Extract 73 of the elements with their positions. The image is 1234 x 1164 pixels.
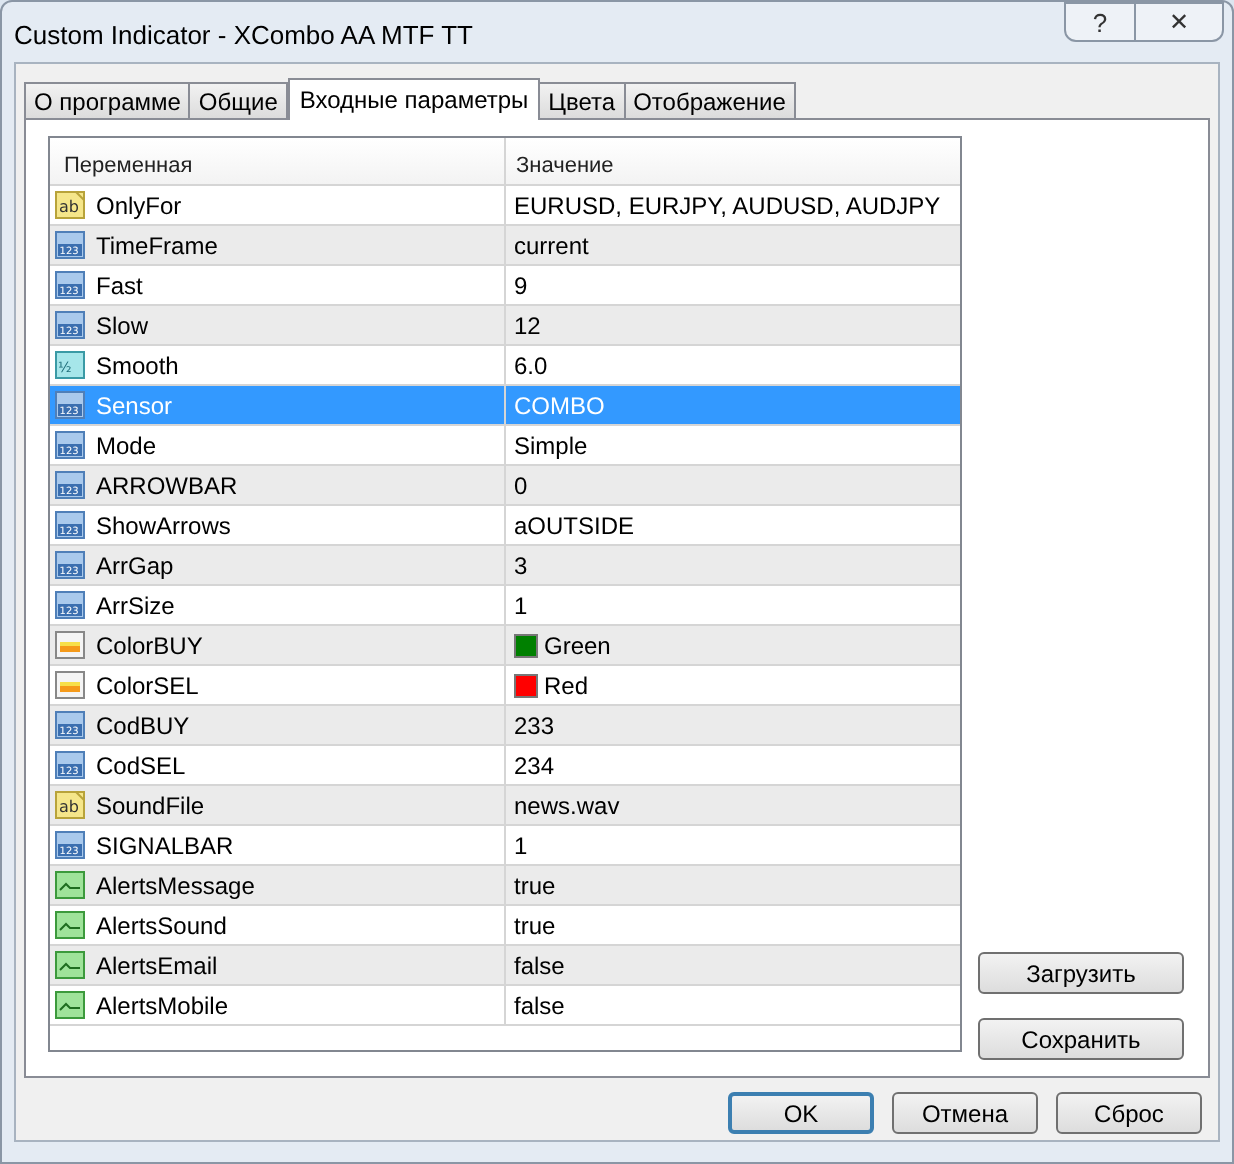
close-button[interactable]: ✕ <box>1136 2 1224 42</box>
parameter-name: ArrGap <box>96 549 174 583</box>
parameter-value: 1 <box>514 589 528 623</box>
tab[interactable]: Отображение <box>623 82 796 118</box>
parameter-name: Mode <box>96 429 157 463</box>
parameter-name: CodSEL <box>96 749 186 783</box>
parameter-name: AlertsMessage <box>96 869 255 903</box>
parameter-name: ColorSEL <box>96 669 199 703</box>
parameter-value: Simple <box>514 429 588 463</box>
parameter-value: current <box>514 229 589 263</box>
boolean-type-icon <box>54 948 88 982</box>
tab[interactable]: Цвета <box>538 82 626 118</box>
boolean-type-icon <box>54 868 88 902</box>
parameter-value: Green <box>544 629 611 663</box>
table-row[interactable]: AlertsEmail false <box>50 946 960 986</box>
parameter-name: CodBUY <box>96 709 190 743</box>
parameter-name: ArrSize <box>96 589 175 623</box>
parameter-name: Sensor <box>96 389 173 423</box>
parameter-value: 233 <box>514 709 555 743</box>
column-header[interactable]: Значение <box>506 138 960 184</box>
parameter-value: EURUSD, EURJPY, AUDUSD, AUDJPY <box>514 189 941 223</box>
table-row[interactable]: ab OnlyFor EURUSD, EURJPY, AUDUSD, AUDJPY <box>50 186 960 226</box>
dialog-button[interactable]: OK <box>728 1092 874 1134</box>
parameter-value: true <box>514 869 556 903</box>
parameter-value: Red <box>544 669 589 703</box>
parameter-name: AlertsEmail <box>96 949 218 983</box>
parameter-name: Slow <box>96 309 149 343</box>
parameter-name: ShowArrows <box>96 509 231 543</box>
parameter-value: 234 <box>514 749 555 783</box>
parameter-name: Fast <box>96 269 143 303</box>
parameter-value: 3 <box>514 549 528 583</box>
table-row[interactable]: ColorBUY Green <box>50 626 960 666</box>
dialog-button[interactable]: Отмена <box>892 1092 1038 1134</box>
table-row[interactable]: AlertsSound true <box>50 906 960 946</box>
column-header[interactable]: Переменная <box>50 138 506 184</box>
dialog-button[interactable]: Сброс <box>1056 1092 1202 1134</box>
parameter-value: aOUTSIDE <box>514 509 635 543</box>
parameter-value: 6.0 <box>514 349 548 383</box>
boolean-type-icon <box>54 988 88 1022</box>
parameter-name: Smooth <box>96 349 179 383</box>
parameter-value: true <box>514 909 556 943</box>
window-title: Custom Indicator - XCombo AA MTF TT <box>14 18 473 54</box>
parameter-value: news.wav <box>514 789 620 823</box>
parameter-value: false <box>514 949 565 983</box>
text-type-icon: ab <box>54 788 88 822</box>
parameter-name: SoundFile <box>96 789 205 823</box>
table-row[interactable]: ab SoundFile news.wav <box>50 786 960 826</box>
parameter-name: OnlyFor <box>96 189 182 223</box>
parameter-name: AlertsSound <box>96 909 227 943</box>
tab[interactable]: Общие <box>188 82 288 118</box>
parameter-name: SIGNALBAR <box>96 829 234 863</box>
side-button[interactable]: Сохранить <box>978 1018 1184 1060</box>
side-button[interactable]: Загрузить <box>978 952 1184 994</box>
boolean-type-icon <box>54 908 88 942</box>
table-row[interactable]: AlertsMessage true <box>50 866 960 906</box>
parameter-value: COMBO <box>514 389 605 423</box>
table-row[interactable]: ColorSEL Red <box>50 666 960 706</box>
parameter-value: 9 <box>514 269 528 303</box>
color-type-icon <box>54 628 88 662</box>
parameter-value: 12 <box>514 309 541 343</box>
color-type-icon <box>54 668 88 702</box>
table-row[interactable]: AlertsMobile false <box>50 986 960 1026</box>
help-button[interactable]: ? <box>1064 2 1136 42</box>
parameter-name: AlertsMobile <box>96 989 229 1023</box>
parameter-name: ARROWBAR <box>96 469 238 503</box>
parameter-name: ColorBUY <box>96 629 203 663</box>
tab[interactable]: Входные параметры <box>287 78 541 120</box>
parameter-name: TimeFrame <box>96 229 218 263</box>
parameter-value: 1 <box>514 829 528 863</box>
text-type-icon: ab <box>54 188 88 222</box>
parameter-value: 0 <box>514 469 528 503</box>
tab[interactable]: О программе <box>24 82 191 118</box>
parameter-value: false <box>514 989 565 1023</box>
